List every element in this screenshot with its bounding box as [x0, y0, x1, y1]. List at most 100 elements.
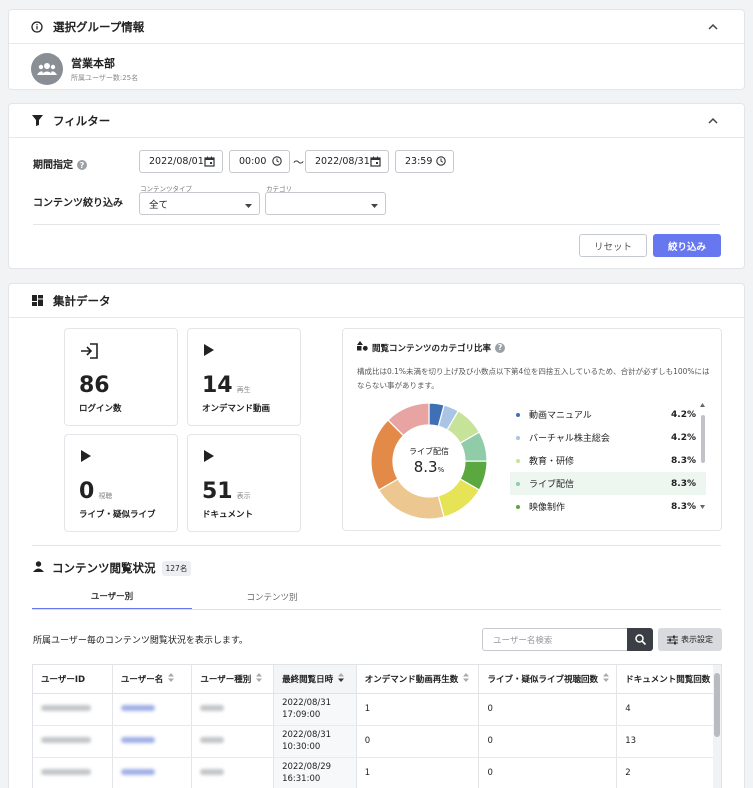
group-info-card: 選択グループ情報 営業本部 所属ユーザー数:25名 — [8, 9, 745, 90]
content-type-select[interactable]: 全て — [139, 192, 260, 215]
cell-ondemand: 1 — [356, 693, 480, 726]
calendar-icon[interactable] — [204, 156, 215, 170]
group-info-title: 選択グループ情報 — [53, 19, 145, 34]
cell-user-name[interactable] — [112, 693, 193, 726]
chevron-up-icon[interactable] — [708, 115, 718, 128]
play-icon — [80, 449, 92, 466]
sort-icon[interactable] — [602, 673, 609, 685]
donut-center: ライブ配信 8.3% — [369, 446, 489, 476]
group-member-count: 所属ユーザー数:25名 — [71, 74, 139, 82]
live-count-unit: 視聴 — [98, 492, 113, 500]
cell-live: 0 — [478, 725, 618, 758]
col-header-ondemand[interactable]: オンデマンド動画再生数 — [356, 665, 480, 694]
category-ratio-panel: 閲覧コンテンツのカテゴリ比率? 構成比は0.1%未満を切り上げ及び小数点以下第4… — [342, 328, 722, 531]
user-search-input[interactable]: ユーザー名検索 — [482, 628, 628, 651]
sort-icon[interactable] — [463, 673, 470, 685]
apply-filter-button[interactable]: 絞り込み — [653, 234, 721, 257]
category-legend: 動画マニュアル 4.2% バーチャル株主総会 4.2% 教育・研修 8.3% ライブ配… — [510, 403, 706, 518]
sort-icon[interactable] — [168, 673, 175, 685]
redacted-user-name — [120, 705, 155, 711]
cell-document: 4 — [616, 693, 721, 726]
col-header-label: オンデマンド動画再生数 — [364, 674, 459, 685]
legend-name: 教育・研修 — [529, 457, 575, 467]
group-info-header[interactable]: 選択グループ情報 — [9, 10, 744, 44]
redacted-user-id — [41, 705, 91, 711]
sliders-icon — [667, 635, 678, 644]
usage-table: ユーザーID ユーザー名 ユーザー種別 最終閲覧日時 オンデマンド動画再生数 ラ… — [32, 664, 722, 788]
legend-item-selected[interactable]: ライブ配信 8.3% — [510, 472, 706, 495]
play-icon — [203, 343, 215, 360]
donut-center-label: ライブ配信 — [409, 447, 449, 456]
last-view-date: 2022/08/31 — [282, 698, 332, 708]
chevron-up-icon[interactable] — [708, 21, 718, 34]
clock-icon[interactable] — [436, 156, 446, 169]
col-header-document[interactable]: ドキュメント閲覧回数 — [616, 665, 721, 694]
login-count-card: 86 ログイン数 — [64, 328, 178, 426]
end-date-input[interactable]: 2022/08/31 — [305, 150, 389, 173]
help-icon[interactable]: ? — [495, 342, 506, 353]
legend-item[interactable]: 動画マニュアル 4.2% — [510, 403, 706, 426]
legend-pct: 4.2% — [671, 432, 696, 443]
user-count-badge: 127名 — [161, 560, 192, 576]
start-date-input[interactable]: 2022/08/01 — [139, 150, 223, 173]
search-button[interactable] — [627, 628, 653, 651]
category-select[interactable] — [265, 192, 386, 215]
legend-item[interactable]: 教育・研修 8.3% — [510, 449, 706, 472]
cell-last-view: 2022/08/31 10:30:00 — [273, 725, 357, 758]
cell-user-type — [191, 693, 275, 726]
col-header-live[interactable]: ライブ・疑似ライブ視聴回数 — [478, 665, 618, 694]
col-header-user-id[interactable]: ユーザーID — [33, 665, 113, 694]
document-count-card: 51 表示 ドキュメント — [187, 434, 301, 532]
document-count-unit: 表示 — [236, 492, 251, 500]
category-ratio-title: 閲覧コンテンツのカテゴリ比率 — [372, 343, 492, 354]
start-time-input[interactable]: 00:00 — [229, 150, 290, 173]
sort-icon[interactable] — [256, 673, 263, 685]
legend-pct: 8.3% — [671, 501, 696, 512]
tab-underline — [32, 609, 721, 610]
filter-divider — [33, 224, 720, 225]
col-header-user-name[interactable]: ユーザー名 — [112, 665, 193, 694]
legend-item[interactable]: バーチャル株主総会 4.2% — [510, 426, 706, 449]
filter-header[interactable]: フィルター — [9, 104, 744, 138]
login-count-value: 86 — [79, 373, 110, 398]
cell-user-name[interactable] — [112, 757, 193, 788]
help-icon[interactable]: ? — [77, 160, 87, 170]
cell-ondemand: 1 — [356, 757, 480, 788]
last-view-time: 17:09:00 — [282, 710, 321, 720]
redacted-user-id — [41, 737, 91, 743]
filter-title: フィルター — [53, 113, 111, 128]
tab-by-user[interactable]: ユーザー別 — [32, 584, 192, 610]
last-view-date: 2022/08/29 — [282, 762, 332, 772]
clock-icon[interactable] — [272, 156, 282, 169]
sort-desc-icon[interactable] — [338, 673, 345, 685]
period-label: 期間指定 — [33, 160, 73, 171]
category-ratio-title-row: 閲覧コンテンツのカテゴリ比率? — [357, 341, 506, 354]
legend-item[interactable]: 映像制作 8.3% — [510, 495, 706, 518]
col-header-user-type[interactable]: ユーザー種別 — [191, 665, 275, 694]
redacted-user-type — [200, 737, 225, 743]
shapes-icon — [357, 341, 368, 354]
legend-dot — [516, 504, 520, 509]
col-header-last-view[interactable]: 最終閲覧日時 — [273, 665, 357, 694]
live-count-value: 0 — [79, 479, 95, 504]
redacted-user-name — [120, 737, 155, 743]
cell-document: 2 — [616, 757, 721, 788]
ondemand-count-value: 14 — [202, 373, 233, 398]
display-settings-label: 表示設定 — [681, 635, 713, 644]
calendar-icon[interactable] — [370, 156, 381, 170]
legend-scrollbar-thumb[interactable] — [701, 415, 705, 463]
legend-pct: 8.3% — [671, 478, 696, 489]
reset-button[interactable]: リセット — [579, 234, 647, 257]
table-row: 2022/08/31 17:09:00 1 0 4 — [33, 693, 721, 726]
col-header-label: ユーザー名 — [120, 674, 164, 685]
cell-user-name[interactable] — [112, 725, 193, 758]
display-settings-button[interactable]: 表示設定 — [658, 628, 722, 651]
tab-by-content[interactable]: コンテンツ別 — [192, 584, 352, 610]
legend-dot — [516, 435, 520, 440]
legend-dot — [516, 481, 520, 486]
content-type-value: 全て — [149, 199, 169, 211]
section-divider — [32, 545, 721, 546]
table-scrollbar-thumb[interactable] — [714, 673, 720, 737]
stats-title: 集計データ — [53, 293, 111, 308]
end-time-input[interactable]: 23:59 — [395, 150, 454, 173]
